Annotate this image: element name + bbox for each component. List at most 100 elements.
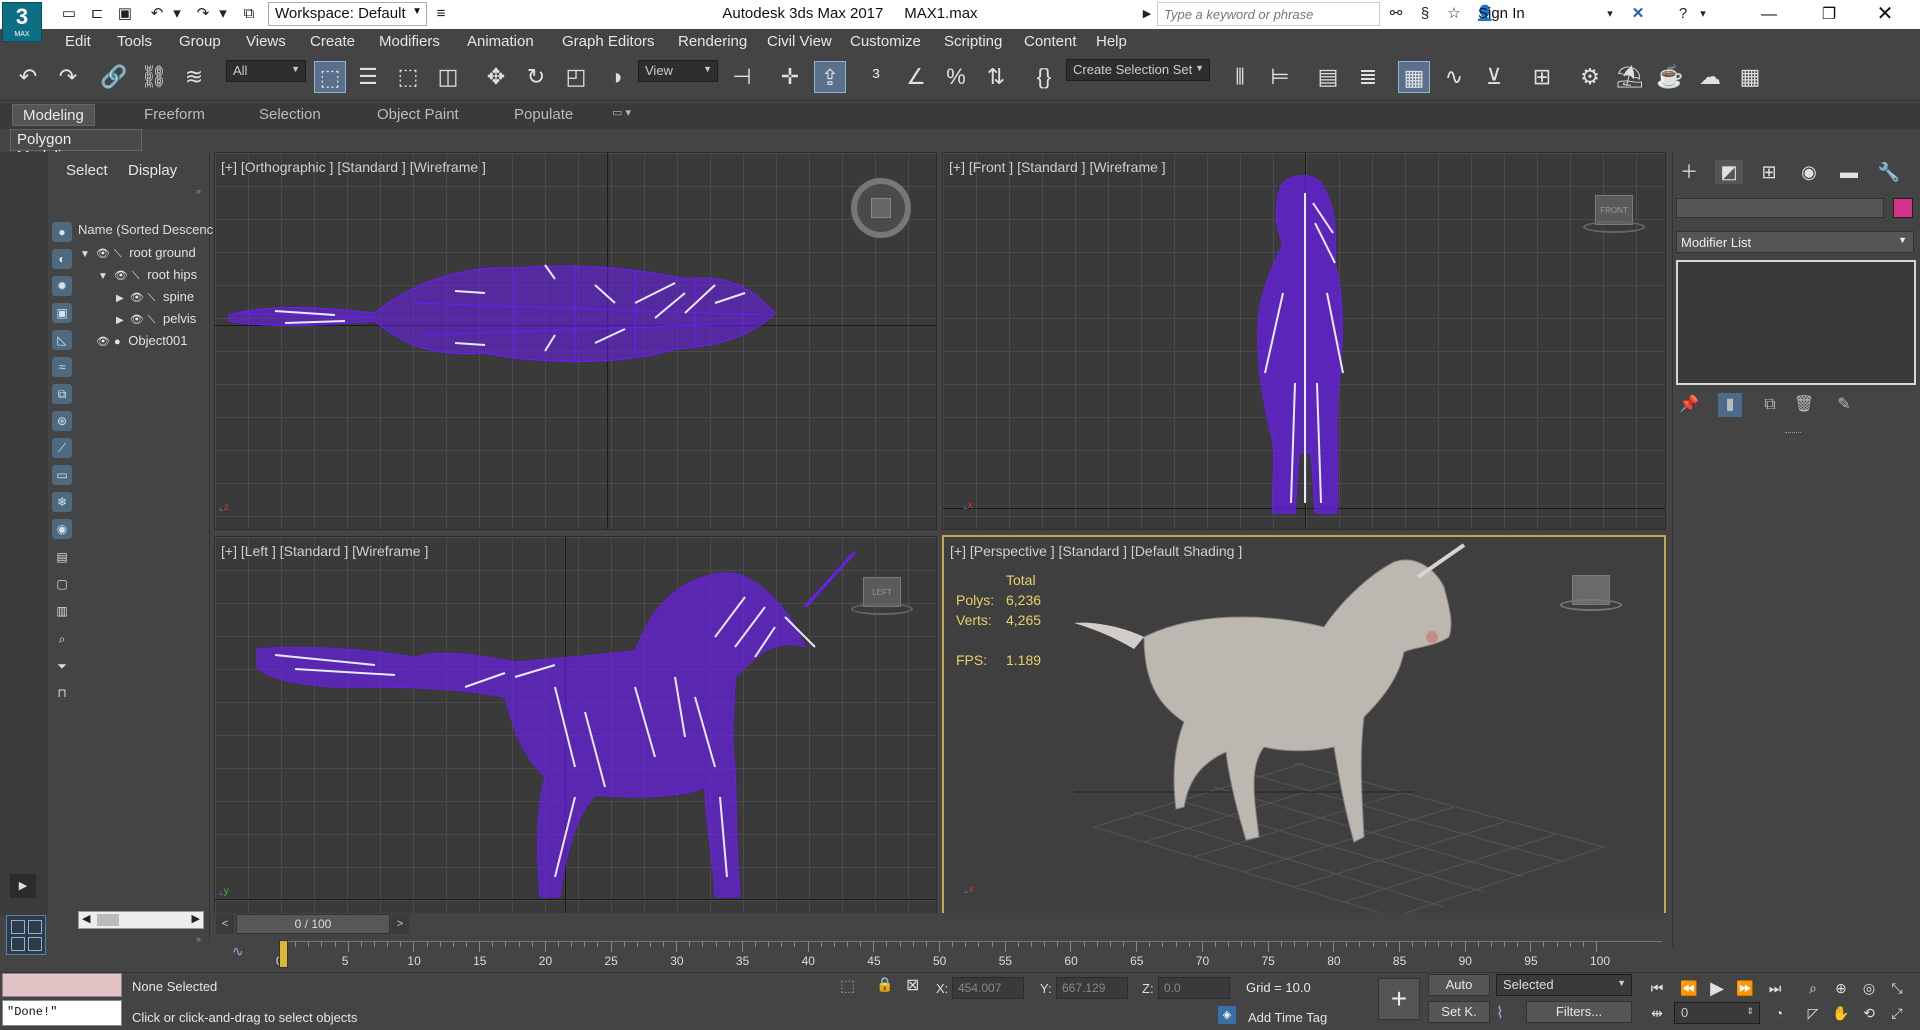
open-file-icon[interactable]: ⊏ — [86, 3, 108, 25]
viewcube-ring-icon[interactable] — [1560, 599, 1622, 611]
help-icon[interactable]: ? — [1672, 3, 1694, 25]
display-frozen-icon[interactable]: ❄ — [52, 492, 72, 512]
render-in-cloud-icon[interactable]: ☁ — [1694, 61, 1726, 93]
render-production-icon[interactable]: ☕ — [1654, 61, 1686, 93]
display-helpers-icon[interactable]: ◺ — [52, 330, 72, 350]
angle-snap-icon[interactable]: ∠ — [900, 61, 932, 93]
display-bones-icon[interactable]: ⟋ — [52, 438, 72, 458]
zoom-extents-all-icon[interactable]: ⤡ — [1884, 976, 1910, 1000]
minimize-window-icon[interactable]: — — [1746, 0, 1792, 29]
display-none-icon[interactable]: ▢ — [52, 574, 72, 594]
next-key-icon[interactable]: ⏩ — [1732, 976, 1758, 1000]
rectangular-selection-region-icon[interactable]: ⬚ — [392, 61, 424, 93]
percent-snap-icon[interactable]: % — [940, 61, 972, 93]
spinner-snap-icon[interactable]: ⇅ — [980, 61, 1012, 93]
menu-create[interactable]: Create — [310, 33, 355, 50]
tree-collapsed-icon[interactable]: ▶ — [116, 315, 124, 326]
field-of-view-icon[interactable]: ◸ — [1800, 1001, 1826, 1025]
pan-view-icon[interactable]: ✋ — [1828, 1001, 1854, 1025]
keyboard-shortcut-override-icon[interactable]: ⇪ — [814, 61, 846, 93]
app-logo-button[interactable]: 3 MAX — [2, 2, 42, 42]
absolute-transform-icon[interactable]: ⊠ — [906, 975, 919, 995]
scrollbar-thumb[interactable] — [97, 914, 119, 926]
isolate-selection-icon[interactable]: ⬚ — [840, 976, 855, 996]
visibility-eye-icon[interactable]: 👁 — [96, 336, 110, 348]
viewport-orthographic[interactable]: [+] [Orthographic ] [Standard ] [Wirefra… — [214, 152, 937, 530]
explorer-horizontal-scrollbar[interactable]: ◀ ▶ — [78, 911, 204, 929]
close-window-icon[interactable]: ✕ — [1862, 0, 1908, 29]
scroll-right-icon[interactable]: ▶ — [192, 912, 200, 925]
spinner-icon[interactable]: ⇕ — [1746, 1006, 1754, 1017]
x-coordinate-input[interactable]: 454.007 — [952, 977, 1024, 999]
previous-frame-icon[interactable]: < — [216, 914, 234, 934]
redo-tool-icon[interactable]: ↷ — [52, 61, 84, 93]
undo-dropdown-icon[interactable]: ▾ — [170, 3, 184, 25]
time-configuration-icon[interactable]: ◔ — [1766, 1001, 1792, 1025]
select-manipulate-icon[interactable]: ✛ — [774, 61, 806, 93]
explorer-column-header[interactable]: Name (Sorted Descenc — [78, 222, 213, 237]
polygon-modeling-panel[interactable]: Polygon Modeling — [10, 129, 142, 165]
key-mode-toggle-icon[interactable]: ⇹ — [1644, 1001, 1670, 1025]
menu-edit[interactable]: Edit — [65, 33, 91, 50]
time-slider[interactable]: 0 / 100 — [236, 914, 390, 934]
visibility-eye-icon[interactable]: 👁 — [130, 314, 144, 326]
menu-animation[interactable]: Animation — [467, 33, 534, 50]
display-tab-icon[interactable]: ▬ — [1835, 160, 1863, 184]
menu-civil-view[interactable]: Civil View — [767, 33, 832, 50]
select-and-move-icon[interactable]: ✥ — [480, 61, 512, 93]
viewcube-compass-icon[interactable] — [851, 178, 911, 238]
quick-access-menu-icon[interactable]: ≡ — [430, 3, 452, 25]
menu-rendering[interactable]: Rendering — [678, 33, 747, 50]
scene-explorer-display-menu[interactable]: Display — [128, 162, 177, 179]
display-groups-icon[interactable]: ⧉ — [52, 384, 72, 404]
orbit-icon[interactable]: ⟲ — [1856, 1001, 1882, 1025]
tab-populate[interactable]: Populate — [514, 106, 573, 123]
tab-freeform[interactable]: Freeform — [144, 106, 205, 123]
edit-named-selection-icon[interactable]: {} — [1028, 61, 1060, 93]
redo-dropdown-icon[interactable]: ▾ — [216, 3, 230, 25]
viewcube-ring-icon[interactable] — [1583, 221, 1645, 233]
tree-expanded-icon[interactable]: ▼ — [80, 249, 90, 260]
mirror-icon[interactable]: ⫴ — [1224, 61, 1256, 93]
maxscript-listener-input[interactable] — [2, 973, 122, 997]
viewport-left[interactable]: [+] [Left ] [Standard ] [Wireframe ] LEF… — [214, 536, 937, 914]
remove-modifier-icon[interactable]: 🗑 — [1792, 393, 1816, 417]
viewport-label-perspective[interactable]: [+] [Perspective ] [Standard ] [Default … — [950, 543, 1242, 559]
display-hidden-icon[interactable]: ◉ — [52, 519, 72, 539]
collapse-panel-icon[interactable]: » — [196, 934, 201, 944]
key-tangents-icon[interactable]: ⌇ — [1496, 1003, 1504, 1023]
infocenter-collapse-icon[interactable]: ▶ — [1140, 3, 1154, 25]
menu-views[interactable]: Views — [246, 33, 286, 50]
undo-tool-icon[interactable]: ↶ — [12, 61, 44, 93]
visibility-eye-icon[interactable]: 👁 — [130, 292, 144, 304]
auto-key-button[interactable]: Auto — [1428, 974, 1490, 996]
a360-gallery-icon[interactable]: ▦ — [1734, 61, 1766, 93]
go-to-end-icon[interactable]: ⏭ — [1762, 976, 1788, 1000]
workspace-selector[interactable]: Workspace: Default ▼ — [268, 2, 427, 26]
curve-editor-mini-icon[interactable]: ∿ — [232, 943, 244, 960]
tree-item-root-ground[interactable]: ▼ 👁 ⟍ root ground — [80, 245, 196, 261]
select-and-scale-icon[interactable]: ◰ — [560, 61, 592, 93]
menu-graph-editors[interactable]: Graph Editors — [562, 33, 655, 50]
menu-customize[interactable]: Customize — [850, 33, 921, 50]
visibility-eye-icon[interactable]: 👁 — [114, 270, 128, 282]
current-frame-marker[interactable] — [279, 940, 288, 968]
menu-content[interactable]: Content — [1024, 33, 1077, 50]
display-space-warps-icon[interactable]: ≈ — [52, 357, 72, 377]
pin-stack-icon[interactable]: 📌 — [1677, 393, 1701, 417]
object-name-input[interactable] — [1676, 198, 1884, 218]
hierarchy-tab-icon[interactable]: ⊞ — [1755, 160, 1783, 184]
selection-lock-icon[interactable]: 🔒 — [876, 976, 893, 993]
toggle-ribbon-icon[interactable]: ▦ — [1398, 61, 1430, 93]
next-frame-icon[interactable]: > — [391, 914, 409, 934]
select-and-link-icon[interactable]: 🔗 — [98, 61, 130, 93]
viewport-label-left[interactable]: [+] [Left ] [Standard ] [Wireframe ] — [221, 543, 428, 559]
z-coordinate-input[interactable]: 0.0 — [1158, 977, 1230, 999]
visibility-eye-icon[interactable]: 👁 — [96, 248, 110, 260]
object-color-swatch[interactable] — [1893, 198, 1913, 218]
viewport-label-front[interactable]: [+] [Front ] [Standard ] [Wireframe ] — [949, 159, 1166, 175]
tab-selection[interactable]: Selection — [259, 106, 321, 123]
sign-in-link[interactable]: Sign In — [1478, 5, 1525, 22]
align-icon[interactable]: ⊨ — [1264, 61, 1296, 93]
undo-icon[interactable]: ↶ — [146, 3, 168, 25]
